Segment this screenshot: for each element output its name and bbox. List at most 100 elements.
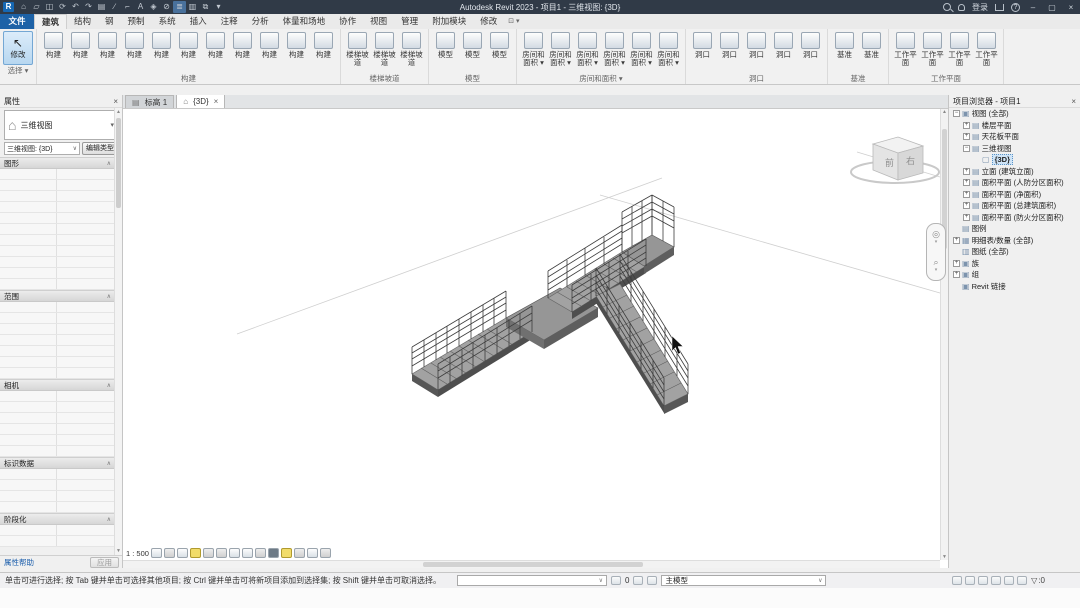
property-value[interactable]	[56, 446, 114, 456]
property-value[interactable]	[56, 469, 114, 479]
ribbon-tab[interactable]: 系统	[152, 14, 183, 29]
property-value[interactable]	[56, 224, 114, 234]
tree-expander-icon[interactable]: +	[963, 214, 970, 221]
tree-item[interactable]: ▢ {3D}	[949, 154, 1080, 166]
ribbon-tab[interactable]: 建筑	[34, 14, 67, 29]
view-control-icon[interactable]	[164, 548, 175, 558]
modify-button[interactable]: ↖ 修改	[3, 31, 33, 65]
selection-toggle-icon[interactable]	[952, 576, 962, 585]
ribbon-tool-button[interactable]: 工作平面	[973, 31, 1000, 67]
revit-logo[interactable]: R	[3, 2, 14, 12]
tree-item-label[interactable]: 天花板平面	[982, 131, 1020, 142]
navigation-bar[interactable]: ◎▾ ⌕▾	[926, 223, 946, 281]
ribbon-panel-label[interactable]: 构建	[38, 73, 339, 84]
tree-item[interactable]: + ▣ 族	[949, 258, 1080, 270]
close-project-browser-icon[interactable]: ×	[1071, 97, 1076, 106]
property-row[interactable]	[0, 536, 114, 547]
view-control-icon[interactable]	[229, 548, 240, 558]
property-row[interactable]	[0, 491, 114, 502]
ribbon-tool-button[interactable]: 洞口	[716, 31, 743, 59]
property-value[interactable]	[56, 279, 114, 289]
ribbon-tab[interactable]: 管理	[394, 14, 425, 29]
tree-item[interactable]: + ▤ 面积平面 (总建筑面积)	[949, 200, 1080, 212]
ribbon-tab[interactable]: 分析	[245, 14, 276, 29]
property-value[interactable]	[56, 536, 114, 546]
close-tab-icon[interactable]: ×	[214, 97, 219, 106]
view-control-icon[interactable]	[216, 548, 227, 558]
property-row[interactable]	[0, 346, 114, 357]
qat-icon[interactable]: ▥	[186, 1, 199, 13]
ribbon-tab[interactable]: 钢	[98, 14, 121, 29]
help-icon[interactable]: ?	[1011, 3, 1020, 12]
tree-item-label[interactable]: 面积平面 (人防分区面积)	[982, 177, 1064, 188]
ribbon-tab[interactable]: 附加模块	[425, 14, 473, 29]
ribbon-tool-button[interactable]: 构建	[310, 31, 337, 59]
tree-item-label[interactable]: 三维视图	[982, 143, 1012, 154]
ribbon-tool-button[interactable]: 房间和面积 ▾	[574, 31, 601, 67]
property-row[interactable]	[0, 235, 114, 246]
qat-icon[interactable]: ↶	[69, 1, 82, 13]
property-row[interactable]	[0, 502, 114, 513]
login-label[interactable]: 登录	[972, 2, 988, 13]
property-value[interactable]	[56, 235, 114, 245]
ribbon-tab[interactable]: 体量和场地	[276, 14, 333, 29]
property-row[interactable]	[0, 324, 114, 335]
property-row[interactable]	[0, 402, 114, 413]
ribbon-panel-label[interactable]: 基准	[829, 73, 887, 84]
property-row[interactable]	[0, 335, 114, 346]
scroll-down-icon[interactable]: ▼	[941, 554, 948, 560]
property-value[interactable]	[56, 391, 114, 401]
section-header[interactable]: 标识数据	[0, 457, 114, 469]
ribbon-tool-button[interactable]: 基准	[831, 31, 858, 59]
ribbon-tool-button[interactable]: 房间和面积 ▾	[520, 31, 547, 67]
section-header[interactable]: 范围	[0, 290, 114, 302]
property-row[interactable]	[0, 391, 114, 402]
close-button[interactable]: ×	[1065, 3, 1077, 12]
ribbon-tool-button[interactable]: 模型	[459, 31, 486, 59]
ribbon-tab[interactable]: 协作	[332, 14, 363, 29]
property-value[interactable]	[56, 213, 114, 223]
ribbon-options-icon[interactable]: ⊡ ▾	[508, 14, 519, 29]
view-cube[interactable]: 前 右	[843, 128, 948, 194]
property-row[interactable]	[0, 480, 114, 491]
tree-item-label[interactable]: 图纸 (全部)	[972, 246, 1009, 257]
ribbon-tool-button[interactable]: 构建	[67, 31, 94, 59]
tree-item[interactable]: − ▤ 三维视图	[949, 143, 1080, 155]
property-row[interactable]	[0, 246, 114, 257]
ribbon-tool-button[interactable]: 构建	[202, 31, 229, 59]
view-control-icon[interactable]	[203, 548, 214, 558]
ribbon-tab[interactable]: 结构	[67, 14, 98, 29]
ribbon-panel-label[interactable]: 楼梯坡道	[342, 73, 427, 84]
property-value[interactable]	[56, 525, 114, 535]
property-value[interactable]	[56, 435, 114, 445]
tree-expander-icon[interactable]: +	[953, 237, 960, 244]
tree-item[interactable]: + ▤ 面积平面 (净面积)	[949, 189, 1080, 201]
tree-expander-icon[interactable]: +	[963, 202, 970, 209]
qat-icon[interactable]: ↷	[82, 1, 95, 13]
zoom-tool-icon[interactable]: ⌕▾	[933, 258, 938, 274]
qat-icon[interactable]: ⟳	[56, 1, 69, 13]
scroll-down-icon[interactable]: ▼	[115, 548, 122, 554]
property-value[interactable]	[56, 180, 114, 190]
view-control-icon[interactable]	[320, 548, 331, 558]
property-value[interactable]	[56, 402, 114, 412]
property-row[interactable]	[0, 446, 114, 457]
qat-icon[interactable]: ▾	[212, 1, 225, 13]
property-value[interactable]	[56, 480, 114, 490]
tree-item-label[interactable]: 楼层平面	[982, 120, 1012, 131]
property-value[interactable]	[56, 302, 114, 312]
ribbon-tool-button[interactable]: 构建	[148, 31, 175, 59]
model-viewport[interactable]	[123, 95, 948, 568]
steering-wheel-icon[interactable]: ◎▾	[932, 230, 940, 246]
tree-expander-icon[interactable]: +	[953, 260, 960, 267]
property-row[interactable]	[0, 202, 114, 213]
tree-expander-icon[interactable]: +	[963, 179, 970, 186]
property-value[interactable]	[56, 424, 114, 434]
ribbon-panel-label[interactable]: 模型	[430, 73, 515, 84]
property-row[interactable]	[0, 469, 114, 480]
property-value[interactable]	[56, 246, 114, 256]
ribbon-tab[interactable]: 注释	[214, 14, 245, 29]
property-value[interactable]	[56, 202, 114, 212]
property-row[interactable]	[0, 413, 114, 424]
tree-item[interactable]: + ▤ 天花板平面	[949, 131, 1080, 143]
